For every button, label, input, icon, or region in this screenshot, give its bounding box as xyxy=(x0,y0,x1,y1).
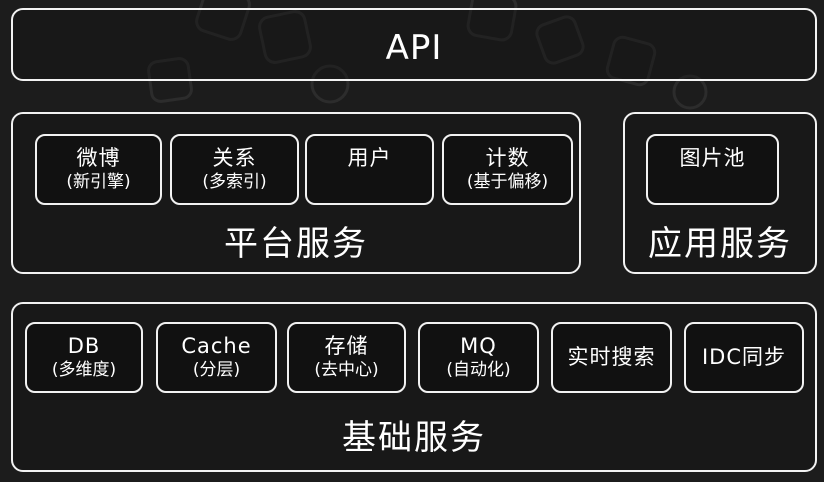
service-mq: MQ (自动化) xyxy=(418,322,539,393)
infrastructure-service-layer: DB (多维度) Cache (分层) 存储 (去中心) MQ (自动化) 实时… xyxy=(11,302,817,472)
service-db: DB (多维度) xyxy=(25,322,143,393)
service-user: 用户 xyxy=(305,134,434,205)
service-relation-sub: (多索引) xyxy=(202,172,267,192)
service-storage: 存储 (去中心) xyxy=(287,322,406,393)
api-layer: API xyxy=(11,8,817,81)
service-mq-name: MQ xyxy=(460,334,497,358)
platform-service-title: 平台服务 xyxy=(224,224,368,264)
application-service-title: 应用服务 xyxy=(648,224,792,264)
service-storage-name: 存储 xyxy=(324,334,369,358)
service-weibo-sub: (新引擎) xyxy=(66,172,131,192)
service-relation-name: 关系 xyxy=(212,146,257,170)
service-db-name: DB xyxy=(67,334,101,358)
infrastructure-service-title: 基础服务 xyxy=(342,418,486,458)
service-counter-sub: (基于偏移) xyxy=(466,172,549,192)
service-weibo-name: 微博 xyxy=(76,146,121,170)
service-user-name: 用户 xyxy=(347,146,392,170)
service-idc-sync: IDC同步 xyxy=(684,322,804,393)
service-cache-sub: (分层) xyxy=(192,360,241,380)
service-cache: Cache (分层) xyxy=(156,322,277,393)
service-idc-sync-name: IDC同步 xyxy=(701,345,787,369)
service-realtime-search-name: 实时搜索 xyxy=(567,345,656,369)
api-label: API xyxy=(385,28,443,68)
application-service-layer: 图片池 应用服务 xyxy=(623,112,817,274)
service-counter-name: 计数 xyxy=(485,146,530,170)
service-weibo: 微博 (新引擎) xyxy=(35,134,162,205)
service-mq-sub: (自动化) xyxy=(446,360,511,380)
platform-service-layer: 微博 (新引擎) 关系 (多索引) 用户 计数 (基于偏移) 平台服务 xyxy=(11,112,581,274)
service-relation: 关系 (多索引) xyxy=(170,134,299,205)
service-image-pool: 图片池 xyxy=(646,134,779,205)
service-realtime-search: 实时搜索 xyxy=(551,322,672,393)
service-storage-sub: (去中心) xyxy=(314,360,379,380)
service-cache-name: Cache xyxy=(181,334,252,358)
service-counter: 计数 (基于偏移) xyxy=(442,134,573,205)
service-db-sub: (多维度) xyxy=(51,360,117,380)
service-image-pool-name: 图片池 xyxy=(679,146,746,170)
